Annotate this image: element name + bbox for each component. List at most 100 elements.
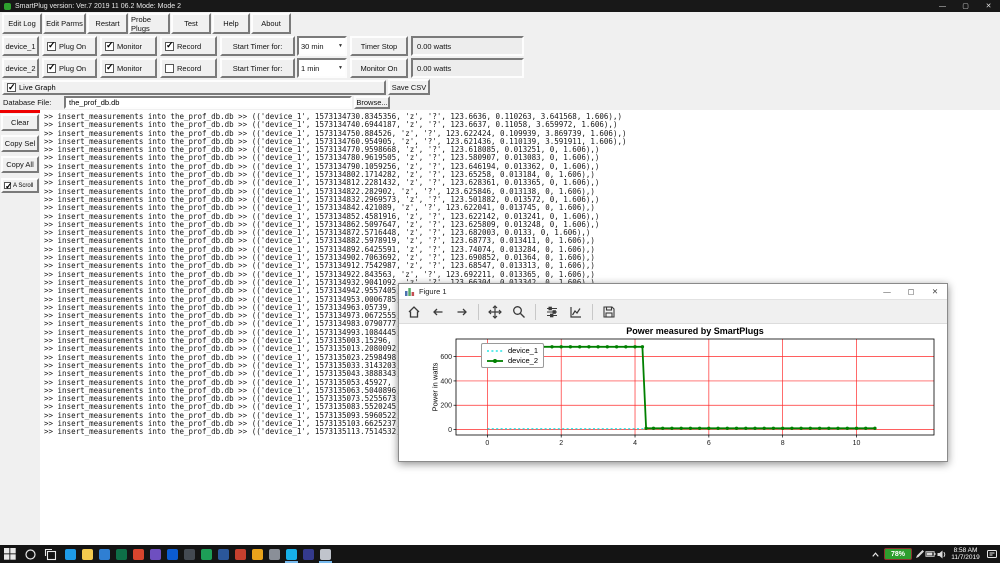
test-button[interactable]: Test	[171, 13, 211, 34]
search-icon[interactable]	[20, 545, 40, 563]
device-2-monitor-checkbox[interactable]: Monitor	[100, 58, 157, 78]
taskbar-app-13[interactable]	[266, 545, 283, 563]
save-icon[interactable]	[598, 302, 620, 322]
live-graph-checkbox[interactable]: Live Graph	[2, 80, 386, 95]
pen-icon[interactable]	[914, 545, 925, 563]
home-icon[interactable]	[403, 302, 425, 322]
battery-percent-badge[interactable]: 78%	[884, 548, 912, 560]
matplotlib-icon	[404, 286, 415, 297]
app-titlebar[interactable]: SmartPlug version: Ver.7 2019 11 06.2 Mo…	[0, 0, 1000, 12]
device-2-row: device_2 Plug On Monitor Record Start Ti…	[0, 58, 1000, 78]
clock-time: 8:58 AM	[953, 547, 978, 554]
legend-swatch	[487, 349, 503, 352]
chevron-down-icon: ▼	[338, 65, 343, 71]
smartplug-app-icon	[4, 2, 11, 10]
clock-date: 11/7/2019	[951, 554, 980, 561]
restart-button[interactable]: Restart	[87, 13, 128, 34]
figure-window: Figure 1 — ▢ ✕ 0 2 4 6 8 10 0 200 400 60…	[398, 283, 948, 462]
taskbar-app-11[interactable]	[232, 545, 249, 563]
forward-arrow-icon[interactable]	[451, 302, 473, 322]
taskbar-app-3-icon	[99, 548, 110, 560]
chart-title: Power measured by SmartPlugs	[626, 326, 764, 336]
axes-editor-icon[interactable]	[565, 302, 587, 322]
taskbar-app-14[interactable]	[283, 545, 300, 563]
device-2-record-checkbox[interactable]: Record	[160, 58, 217, 78]
autoscroll-label: A Scroll	[13, 182, 34, 189]
taskbar-app-4[interactable]	[113, 545, 130, 563]
taskbar-app-6[interactable]	[147, 545, 164, 563]
record-label: Record	[177, 63, 202, 73]
device-1-watts-display[interactable]: 0.00 watts	[411, 36, 524, 56]
clear-button[interactable]: Clear	[1, 114, 39, 131]
taskbar-app-9[interactable]	[198, 545, 215, 563]
device-1-plug-on-checkbox[interactable]: Plug On	[42, 36, 97, 56]
taskbar-app-8-icon	[184, 548, 195, 560]
svg-text:600: 600	[440, 354, 452, 361]
copy-sel-button[interactable]: Copy Sel	[1, 135, 39, 152]
taskbar-app-15-icon	[303, 548, 314, 560]
taskbar: 78% 8:58 AM 11/7/2019	[0, 545, 1000, 563]
taskbar-app-edge[interactable]	[62, 545, 79, 563]
taskbar-app-8[interactable]	[181, 545, 198, 563]
taskbar-app-file-explorer-icon	[82, 548, 93, 560]
browse-button[interactable]: Browse...	[354, 96, 390, 109]
figure-minimize-button[interactable]: —	[875, 284, 899, 299]
tray-chevron-up-icon[interactable]	[869, 545, 882, 563]
figure-canvas[interactable]: 0 2 4 6 8 10 0 200 400 600 Power measured by Smar…	[399, 324, 947, 461]
task-view-button[interactable]	[40, 545, 60, 563]
device-1-button[interactable]: device_1	[2, 36, 39, 56]
battery-icon[interactable]	[925, 545, 936, 563]
device-2-status-button[interactable]: Monitor On	[350, 58, 408, 78]
taskbar-app-15[interactable]	[300, 545, 317, 563]
legend-entry-device_2: device_2	[486, 356, 538, 365]
taskbar-app-10[interactable]	[215, 545, 232, 563]
figure-toolbar	[399, 300, 947, 324]
device-1-timer-duration-select[interactable]: 30 min ▼	[297, 36, 347, 56]
back-arrow-icon[interactable]	[427, 302, 449, 322]
device-2-plug-on-checkbox[interactable]: Plug On	[42, 58, 97, 78]
taskbar-app-14-icon	[286, 548, 297, 560]
chart-legend: device_1 device_2	[481, 343, 545, 368]
taskbar-app-5-icon	[133, 548, 144, 560]
taskbar-app-file-explorer[interactable]	[79, 545, 96, 563]
action-center-icon[interactable]	[984, 545, 1000, 563]
svg-text:400: 400	[440, 378, 452, 385]
volume-icon[interactable]	[936, 545, 947, 563]
maximize-button[interactable]: ▢	[954, 0, 977, 12]
database-file-input[interactable]: the_prof_db.db	[64, 96, 352, 109]
device-2-timer-duration-select[interactable]: 1 min ▼	[297, 58, 347, 78]
device-1-record-checkbox[interactable]: Record	[160, 36, 217, 56]
device-1-monitor-checkbox[interactable]: Monitor	[100, 36, 157, 56]
autoscroll-checkbox[interactable]: A Scroll	[1, 178, 39, 193]
device-2-button[interactable]: device_2	[2, 58, 39, 78]
minimize-button[interactable]: —	[931, 0, 954, 12]
save-csv-button[interactable]: Save CSV	[388, 79, 430, 95]
zoom-icon[interactable]	[508, 302, 530, 322]
pan-icon[interactable]	[484, 302, 506, 322]
figure-titlebar[interactable]: Figure 1 — ▢ ✕	[399, 284, 947, 300]
checkbox-icon	[105, 62, 114, 73]
about-button[interactable]: About	[251, 13, 291, 34]
edit-log-button[interactable]: Edit Log	[2, 13, 42, 34]
toolbar-separator	[535, 303, 536, 320]
subplots-config-icon[interactable]	[541, 302, 563, 322]
help-button[interactable]: Help	[212, 13, 250, 34]
svg-text:0: 0	[485, 440, 489, 447]
device-1-status-button[interactable]: Timer Stop	[350, 36, 408, 56]
figure-maximize-button[interactable]: ▢	[899, 284, 923, 299]
taskbar-app-16[interactable]	[317, 545, 334, 563]
taskbar-app-5[interactable]	[130, 545, 147, 563]
taskbar-app-3[interactable]	[96, 545, 113, 563]
copy-all-button[interactable]: Copy All	[1, 156, 39, 173]
taskbar-app-11-icon	[235, 548, 246, 560]
device-2-watts-display[interactable]: 0.00 watts	[411, 58, 524, 78]
close-button[interactable]: ✕	[977, 0, 1000, 12]
figure-close-button[interactable]: ✕	[923, 284, 947, 299]
taskbar-clock[interactable]: 8:58 AM 11/7/2019	[949, 547, 982, 561]
taskbar-app-7[interactable]	[164, 545, 181, 563]
probe-plugs-button[interactable]: Probe Plugs	[129, 13, 170, 34]
taskbar-app-12[interactable]	[249, 545, 266, 563]
start-button[interactable]	[0, 545, 20, 563]
figure-title: Figure 1	[419, 287, 447, 296]
edit-parms-button[interactable]: Edit Parms	[43, 13, 86, 34]
